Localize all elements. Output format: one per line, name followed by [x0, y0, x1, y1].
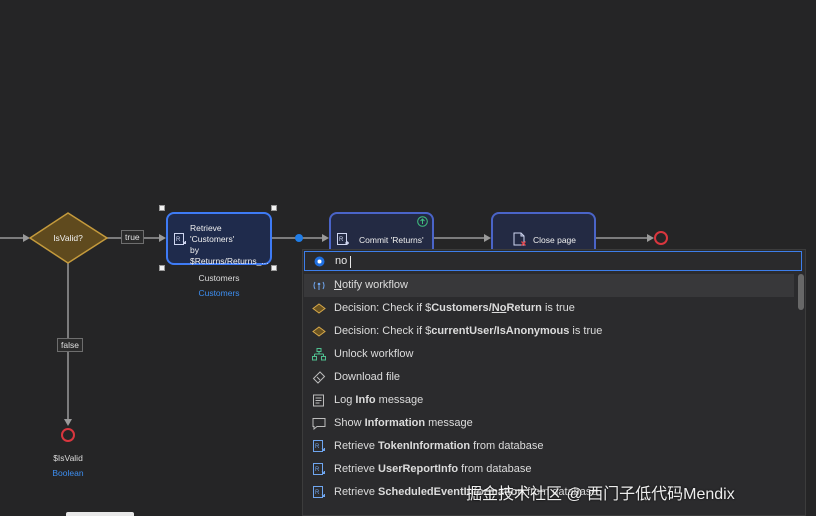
end-event-false[interactable]: [61, 428, 75, 442]
search-row[interactable]: [304, 251, 802, 271]
svg-text:R: R: [339, 237, 344, 243]
retrieve-icon: R: [313, 440, 325, 452]
download-file-icon: [312, 371, 326, 384]
suggestion-item[interactable]: Log Info message: [304, 389, 794, 412]
notify-workflow-icon: [313, 281, 325, 290]
retrieve-customers-activity[interactable]: R Retrieve 'Customers' by $Returns/Retur…: [166, 212, 272, 266]
suggestion-item[interactable]: R Retrieve UserReportInfo from database: [304, 458, 794, 481]
retrieve-icon: R: [313, 463, 325, 475]
suggestion-label: Retrieve UserReportInfo from database: [334, 463, 532, 475]
true-flow-label[interactable]: true: [121, 230, 144, 244]
log-message-icon: [313, 394, 324, 407]
add-activity-popup: Notify workflow Decision: Check if $Custo…: [302, 249, 806, 516]
suggestion-item[interactable]: Decision: Check if $currentUser/IsAnonym…: [304, 320, 794, 343]
suggestion-item[interactable]: Notify workflow: [304, 274, 794, 297]
suggestion-label: Download file: [334, 371, 401, 383]
suggestion-label: Notify workflow: [334, 279, 408, 291]
suggestion-item[interactable]: Decision: Check if $Customers/NoReturn i…: [304, 297, 794, 320]
suggestion-item[interactable]: Unlock workflow: [304, 343, 794, 366]
suggestion-label: Retrieve TokenInformation from database: [334, 440, 544, 452]
svg-text:R: R: [315, 444, 320, 450]
decision-icon: [312, 326, 326, 337]
resize-handle-br[interactable]: [271, 265, 277, 271]
resize-handle-bl[interactable]: [159, 265, 165, 271]
retrieve-line-2: by: [190, 245, 199, 255]
retrieve-line-1: Retrieve 'Customers': [190, 223, 235, 244]
search-input[interactable]: [335, 253, 775, 269]
decision-icon: [312, 303, 326, 314]
scrollbar-thumb[interactable]: [798, 274, 804, 310]
insertion-point-dot: [295, 234, 303, 242]
decision-node[interactable]: [30, 213, 107, 263]
suggestion-label: Log Info message: [334, 394, 424, 406]
retrieve-icon: R: [313, 486, 325, 498]
svg-text:R: R: [315, 467, 320, 473]
refresh-client-icon: [417, 216, 428, 227]
suggestion-item[interactable]: Download file: [304, 366, 794, 389]
end-event-main[interactable]: [654, 231, 668, 245]
commit-icon: R: [337, 233, 349, 245]
suggestion-item[interactable]: Show Information message: [304, 412, 794, 435]
end-return-value: $IsValid: [53, 453, 83, 463]
search-target-icon: [314, 256, 325, 267]
close-page-label: Close page: [533, 235, 577, 245]
commit-label: Commit 'Returns': [359, 235, 424, 245]
bottom-tab-indicator[interactable]: [66, 512, 134, 516]
resize-handle-tr[interactable]: [271, 205, 277, 211]
resize-handle-tl[interactable]: [159, 205, 165, 211]
text-caret: [350, 256, 351, 268]
suggestion-label: Unlock workflow: [334, 348, 414, 360]
suggestion-label: Show Information message: [334, 417, 473, 429]
suggestion-label: Decision: Check if $Customers/NoReturn i…: [334, 302, 575, 314]
retrieve-output-name: Customers: [198, 273, 240, 283]
show-message-icon: [312, 418, 326, 430]
suggestion-item[interactable]: R Retrieve TokenInformation from database: [304, 435, 794, 458]
svg-text:R: R: [315, 490, 320, 496]
svg-text:R: R: [176, 237, 181, 243]
suggestion-label: Decision: Check if $currentUser/IsAnonym…: [334, 325, 603, 337]
retrieve-output-type: Customers: [198, 288, 240, 298]
close-page-icon: [513, 232, 526, 246]
end-return-type: Boolean: [52, 468, 84, 478]
false-flow-label[interactable]: false: [57, 338, 83, 352]
retrieve-icon: R: [174, 233, 186, 245]
retrieve-line-3: $Returns/Returns_...: [190, 256, 269, 266]
unlock-workflow-icon: [312, 348, 326, 361]
watermark-text: 掘金技术社区 @ 西门子低代码Mendix: [466, 486, 735, 503]
